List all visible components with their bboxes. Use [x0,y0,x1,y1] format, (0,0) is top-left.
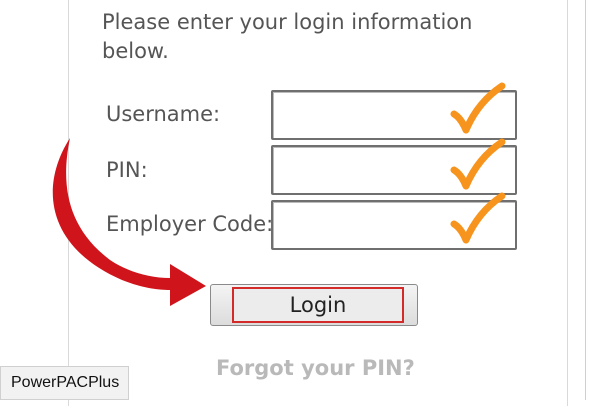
checkmark-icon [450,192,506,244]
login-button-label: Login [232,287,404,323]
page-edge-divider [585,0,586,400]
checkmark-icon [450,138,506,190]
curved-arrow-icon [52,138,207,306]
watermark-badge: PowerPACPlus [0,366,129,400]
checkmark-icon [450,82,506,134]
login-instructions: Please enter your login information belo… [102,10,473,63]
forgot-pin-link[interactable]: Forgot your PIN? [216,356,415,380]
login-button[interactable]: Login [210,284,418,326]
username-label: Username: [106,102,221,126]
